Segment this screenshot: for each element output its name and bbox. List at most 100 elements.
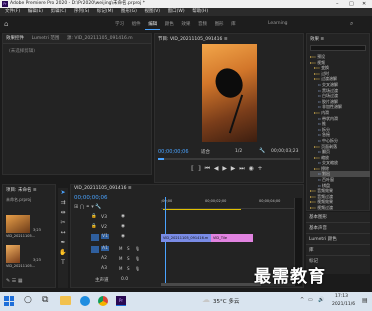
effects-tree-item[interactable]: ▸▭ 视频过渡 bbox=[310, 205, 370, 211]
play-icon[interactable]: ▶ bbox=[222, 165, 227, 172]
tab-source[interactable]: 源: VID_20211105_091416.m bbox=[64, 34, 136, 43]
mic-icon[interactable]: 🎙 bbox=[135, 256, 140, 261]
notification-icon[interactable]: ▤ bbox=[362, 297, 368, 304]
razor-tool-icon[interactable]: ✂ bbox=[58, 218, 68, 228]
menu-marker[interactable]: 标记(M) bbox=[94, 8, 116, 16]
export-frame-icon[interactable]: ◉ bbox=[248, 165, 253, 172]
side-panel-essential-sound[interactable]: 基本声音 bbox=[306, 223, 370, 234]
workspace-tab-graphics[interactable]: 图形 bbox=[212, 20, 227, 29]
track-label[interactable]: A2 bbox=[101, 256, 107, 261]
time-ruler[interactable]: ;00;00 00;00;02;00 00;00;04;00 bbox=[161, 197, 301, 209]
side-panel-lumetri-color[interactable]: Lumetri 颜色 bbox=[306, 234, 370, 245]
work-area-bar[interactable] bbox=[163, 209, 241, 210]
master-volume-value[interactable]: 0.0 bbox=[121, 277, 128, 282]
program-scrub-bar[interactable] bbox=[158, 158, 300, 160]
menu-help[interactable]: 帮助(H) bbox=[189, 8, 211, 16]
workspace-tab-effects[interactable]: 效果 bbox=[178, 20, 193, 29]
source-patch-v1[interactable] bbox=[91, 234, 99, 241]
close-button[interactable]: ✕ bbox=[362, 0, 366, 8]
wrench-icon[interactable]: 🔧 bbox=[259, 148, 265, 154]
timeline-clip-video[interactable]: VID_20211105_091416.m bbox=[161, 234, 211, 242]
tab-lumetri-scopes[interactable]: Lumetri 范围 bbox=[29, 34, 63, 43]
snap-icon[interactable]: ⋂ bbox=[80, 204, 84, 210]
tray-chevron-icon[interactable]: ^ bbox=[300, 297, 304, 303]
menu-window[interactable]: 窗口(W) bbox=[165, 8, 188, 16]
hand-tool-icon[interactable]: ✋ bbox=[58, 248, 68, 258]
pencil-icon[interactable]: ✎ bbox=[6, 278, 10, 284]
step-forward-icon[interactable]: ▶ bbox=[231, 165, 236, 172]
mute-icon[interactable]: M bbox=[119, 256, 122, 261]
go-to-out-icon[interactable]: ⏭ bbox=[239, 165, 244, 172]
maximize-button[interactable]: □ bbox=[349, 0, 354, 8]
workspace-tab-color[interactable]: 颜色 bbox=[162, 20, 177, 29]
icon-view-icon[interactable]: ▦ bbox=[18, 278, 23, 284]
mute-icon[interactable]: M bbox=[119, 266, 122, 271]
timeline-clip-adjustment[interactable]: VID_Tile bbox=[211, 234, 253, 242]
mark-out-icon[interactable]: ⟧ bbox=[198, 165, 201, 172]
clock-date[interactable]: 2021/11/6 bbox=[332, 302, 355, 307]
quality-dropdown[interactable]: 1/2 bbox=[235, 149, 242, 154]
menu-graphics[interactable]: 图形(G) bbox=[118, 8, 140, 16]
track-label[interactable]: V3 bbox=[101, 215, 107, 220]
source-patch-a1[interactable] bbox=[91, 246, 99, 253]
workspace-tab-audio[interactable]: 音频 bbox=[195, 20, 210, 29]
track-lock-icon[interactable]: 🔒 bbox=[91, 224, 97, 229]
track-lock-icon[interactable]: 🔒 bbox=[91, 214, 97, 219]
add-marker-icon[interactable]: ▾ bbox=[91, 204, 94, 210]
premiere-taskbar-icon[interactable]: Pr bbox=[116, 296, 126, 306]
windows-start-icon[interactable] bbox=[4, 296, 14, 306]
workspace-learning[interactable]: Learning bbox=[268, 21, 288, 26]
side-panel-essential-graphics[interactable]: 基本图形 bbox=[306, 212, 370, 223]
add-button-icon[interactable]: + bbox=[258, 165, 263, 172]
solo-icon[interactable]: S bbox=[127, 256, 130, 261]
track-label[interactable]: A3 bbox=[101, 266, 107, 271]
track-select-tool-icon[interactable]: ⇉ bbox=[58, 198, 68, 208]
step-back-icon[interactable]: ◀ bbox=[214, 165, 219, 172]
solo-icon[interactable]: S bbox=[127, 246, 130, 251]
ripple-edit-tool-icon[interactable]: ⇹ bbox=[58, 208, 68, 218]
tab-effect-controls[interactable]: 效果控件 bbox=[3, 34, 27, 43]
nest-icon[interactable]: ⊞ bbox=[74, 204, 78, 210]
menu-sequence[interactable]: 序列(S) bbox=[71, 8, 92, 16]
workspace-tab-assembly[interactable]: 组件 bbox=[129, 20, 144, 29]
side-panel-libraries[interactable]: 库 bbox=[306, 245, 370, 256]
slip-tool-icon[interactable]: ↔ bbox=[58, 228, 68, 238]
home-icon[interactable]: ⌂ bbox=[4, 20, 8, 28]
linked-selection-icon[interactable]: ⚭ bbox=[86, 204, 90, 210]
track-eye-icon[interactable]: ◉ bbox=[121, 224, 125, 229]
edge-icon[interactable] bbox=[80, 296, 90, 306]
menu-clip[interactable]: 剪辑(C) bbox=[48, 8, 70, 16]
timeline-wrench-icon[interactable]: 🔧 bbox=[95, 204, 101, 210]
search-taskbar-icon[interactable]: ○ bbox=[24, 295, 32, 305]
menu-file[interactable]: 文件(F) bbox=[2, 8, 23, 16]
minimize-button[interactable]: – bbox=[336, 0, 339, 8]
workspace-tab-editing[interactable]: 编辑 bbox=[145, 20, 161, 30]
track-label[interactable]: V2 bbox=[101, 225, 107, 230]
volume-icon[interactable]: 🔊 bbox=[318, 297, 324, 303]
mic-icon[interactable]: 🎙 bbox=[135, 266, 140, 271]
mic-icon[interactable]: 🎙 bbox=[135, 246, 140, 251]
weather-text[interactable]: 35°C 多云 bbox=[213, 297, 239, 305]
network-icon[interactable]: ▭ bbox=[308, 297, 313, 303]
menu-view[interactable]: 视图(V) bbox=[141, 8, 163, 16]
clip-thumbnail[interactable] bbox=[6, 215, 30, 233]
clock-time[interactable]: 17:13 bbox=[335, 294, 348, 299]
menu-edit[interactable]: 编辑(E) bbox=[25, 8, 46, 16]
effects-search-input[interactable] bbox=[310, 45, 366, 51]
task-view-icon[interactable]: ⧉ bbox=[42, 295, 48, 305]
pen-tool-icon[interactable]: ✒ bbox=[58, 238, 68, 248]
explorer-icon[interactable] bbox=[60, 296, 71, 305]
solo-icon[interactable]: S bbox=[127, 266, 130, 271]
chrome-icon[interactable] bbox=[98, 296, 108, 306]
clip-thumbnail[interactable] bbox=[6, 245, 20, 263]
selection-tool-icon[interactable]: ➤ bbox=[58, 188, 68, 198]
type-tool-icon[interactable]: T bbox=[58, 258, 68, 268]
track-eye-icon[interactable]: ◉ bbox=[121, 234, 125, 239]
search-icon[interactable]: ⌕ bbox=[350, 20, 353, 28]
workspace-tab-libraries[interactable]: 库 bbox=[228, 20, 239, 29]
workspace-tab-learn[interactable]: 学习 bbox=[112, 20, 127, 29]
track-label[interactable]: A1 bbox=[101, 246, 109, 251]
go-to-in-icon[interactable]: ⏮ bbox=[205, 165, 210, 172]
list-view-icon[interactable]: ☰ bbox=[12, 278, 16, 284]
mark-in-icon[interactable]: ⟦ bbox=[191, 165, 194, 172]
